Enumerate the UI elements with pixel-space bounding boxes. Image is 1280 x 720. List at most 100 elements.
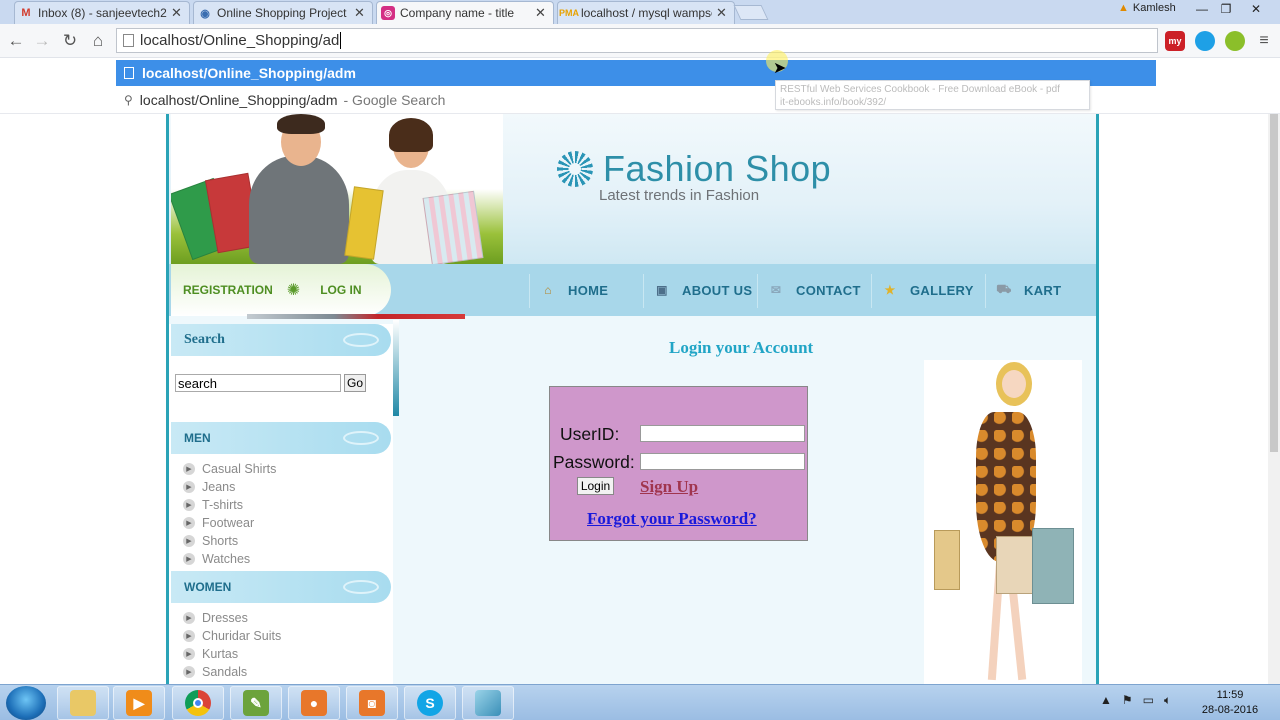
menu-about-us[interactable]: ▣ ABOUT US	[655, 264, 752, 316]
menu-icon[interactable]: ≡	[1252, 29, 1276, 53]
forgot-password-link[interactable]: Forgot your Password?	[587, 509, 757, 529]
category-dresses[interactable]: ▶ Dresses	[183, 609, 248, 626]
back-icon[interactable]: ←	[4, 29, 28, 53]
menu-gallery[interactable]: ★ GALLERY	[883, 264, 974, 316]
site-name-part: hop	[769, 148, 832, 189]
menu-label: CONTACT	[796, 282, 861, 298]
site-tagline: Latest trends in Fashion	[599, 187, 760, 204]
category-label: Kurtas	[202, 646, 239, 661]
password-field[interactable]	[640, 453, 805, 470]
action-center-icon[interactable]: ⚑	[1122, 693, 1133, 708]
site-logo[interactable]: Fashion Shop	[557, 148, 831, 190]
login-link[interactable]: LOG IN	[320, 283, 361, 297]
login-button[interactable]: Login	[577, 477, 614, 495]
tab-online-shopping[interactable]: ◉ Online Shopping Project i ✕	[193, 1, 373, 24]
star-icon: ★	[884, 283, 896, 297]
reload-icon[interactable]: ↻	[58, 29, 82, 53]
main-content: Login your Account UserID: Password: Log…	[399, 324, 1096, 684]
notepad-icon: ✎	[243, 690, 269, 716]
browser-toolbar: ← → ↻ ⌂ localhost/Online_Shopping/ad my …	[0, 24, 1280, 58]
close-icon[interactable]: ✕	[354, 5, 366, 21]
registration-link[interactable]: REGISTRATION	[183, 283, 273, 297]
instagram-icon: ◎	[381, 6, 395, 20]
taskbar-media-player[interactable]: ▶	[113, 686, 165, 720]
menu-label: HOME	[568, 282, 609, 298]
taskbar-clock[interactable]: 11:59 28-08-2016	[1195, 688, 1265, 718]
woman-hair	[389, 118, 433, 152]
forward-icon[interactable]: →	[30, 29, 54, 53]
model-face	[1002, 370, 1026, 398]
volume-icon[interactable]: 🔈︎	[1164, 693, 1171, 708]
search-input[interactable]	[175, 374, 341, 392]
category-casual-shirts[interactable]: ▶ Casual Shirts	[183, 460, 276, 477]
windows-taskbar: ▶ ✎ ● ◙ S ▲ ⚑ ▭ 🔈︎ 11:59 28-08-2016	[0, 684, 1280, 720]
tab-title: localhost / mysql wampse	[581, 6, 712, 20]
tab-title: Inbox (8) - sanjeevtech2@	[38, 6, 167, 20]
banner-strip	[247, 314, 465, 319]
category-label: Footwear	[202, 515, 255, 530]
page-icon	[124, 67, 134, 79]
category-label: Sandals	[202, 664, 248, 679]
show-hidden-icons-icon[interactable]: ▲	[1100, 693, 1112, 708]
address-bar[interactable]: localhost/Online_Shopping/ad	[116, 28, 1158, 53]
category-jeans[interactable]: ▶ Jeans	[183, 478, 235, 495]
network-icon[interactable]: ▭	[1143, 693, 1154, 708]
scrollbar-thumb[interactable]	[1270, 72, 1278, 452]
start-button[interactable]	[6, 686, 46, 720]
signup-link[interactable]: Sign Up	[640, 477, 698, 497]
taskbar-notepad-plus[interactable]: ✎	[230, 686, 282, 720]
text-caret	[340, 32, 342, 49]
close-icon[interactable]: ✕	[535, 5, 547, 21]
menu-contact[interactable]: ✉ CONTACT	[769, 264, 861, 316]
tooltip-title: RESTful Web Services Cookbook - Free Dow…	[780, 84, 1060, 95]
app-icon	[475, 690, 501, 716]
profile-name: Kamlesh	[1132, 2, 1176, 14]
profile-badge[interactable]: ▲ Kamlesh	[1118, 2, 1176, 14]
home-icon[interactable]: ⌂	[86, 29, 110, 53]
extension-my-icon[interactable]: my	[1165, 31, 1185, 51]
tab-phpmyadmin[interactable]: PMA localhost / mysql wampse ✕	[557, 1, 735, 24]
category-watches[interactable]: ▶ Watches	[183, 550, 250, 567]
system-tray: ▲ ⚑ ▭ 🔈︎	[1100, 693, 1171, 708]
userid-label: UserID:	[560, 424, 620, 444]
new-tab-button[interactable]	[733, 5, 769, 20]
menu-kart[interactable]: ⛟ KART	[996, 264, 1061, 316]
category-kurtas[interactable]: ▶ Kurtas	[183, 645, 238, 662]
category-sandals[interactable]: ▶ Sandals	[183, 663, 247, 680]
extension-green-icon[interactable]	[1225, 31, 1245, 51]
page-scrollbar[interactable]	[1268, 58, 1280, 684]
page-icon	[123, 34, 134, 47]
sidebar: Search Go MEN ▶ Casual Shirts ▶ Jeans ▶ T-s…	[169, 324, 393, 684]
arrow-bullet-icon: ▶	[183, 647, 195, 660]
userid-field[interactable]	[640, 425, 805, 442]
extension-blue-icon[interactable]	[1195, 31, 1215, 51]
category-churidar-suits[interactable]: ▶ Churidar Suits	[183, 627, 281, 644]
sidebar-heading-label: MEN	[184, 431, 211, 445]
password-label: Password:	[553, 452, 635, 472]
taskbar-screen-recorder[interactable]: ●	[288, 686, 340, 720]
category-footwear[interactable]: ▶ Footwear	[183, 514, 254, 531]
menu-separator	[985, 274, 986, 308]
search-go-button[interactable]: Go	[344, 374, 366, 392]
taskbar-skype[interactable]: S	[404, 686, 456, 720]
taskbar-chrome[interactable]	[172, 686, 224, 720]
swirl-icon	[343, 431, 379, 445]
close-icon[interactable]: ✕	[171, 5, 183, 21]
taskbar-camera-app[interactable]: ◙	[346, 686, 398, 720]
category-shorts[interactable]: ▶ Shorts	[183, 532, 238, 549]
close-icon[interactable]: ✕	[716, 5, 728, 21]
taskbar-app[interactable]	[462, 686, 514, 720]
tab-company-name[interactable]: ◎ Company name - title ✕	[376, 1, 554, 24]
warning-icon: ▲	[1118, 2, 1129, 14]
category-label: Casual Shirts	[202, 461, 277, 476]
arrow-bullet-icon: ▶	[183, 665, 195, 678]
category-label: Dresses	[202, 610, 248, 625]
window-close-button[interactable]: ✕	[1242, 0, 1270, 18]
taskbar-explorer[interactable]	[57, 686, 109, 720]
home-icon: ⌂	[544, 283, 552, 297]
restore-button[interactable]: ❐	[1212, 0, 1240, 18]
tab-gmail[interactable]: M Inbox (8) - sanjeevtech2@ ✕	[14, 1, 190, 24]
menu-home[interactable]: ⌂ HOME	[541, 264, 608, 316]
man-figure	[249, 156, 349, 264]
category-t-shirts[interactable]: ▶ T-shirts	[183, 496, 243, 513]
